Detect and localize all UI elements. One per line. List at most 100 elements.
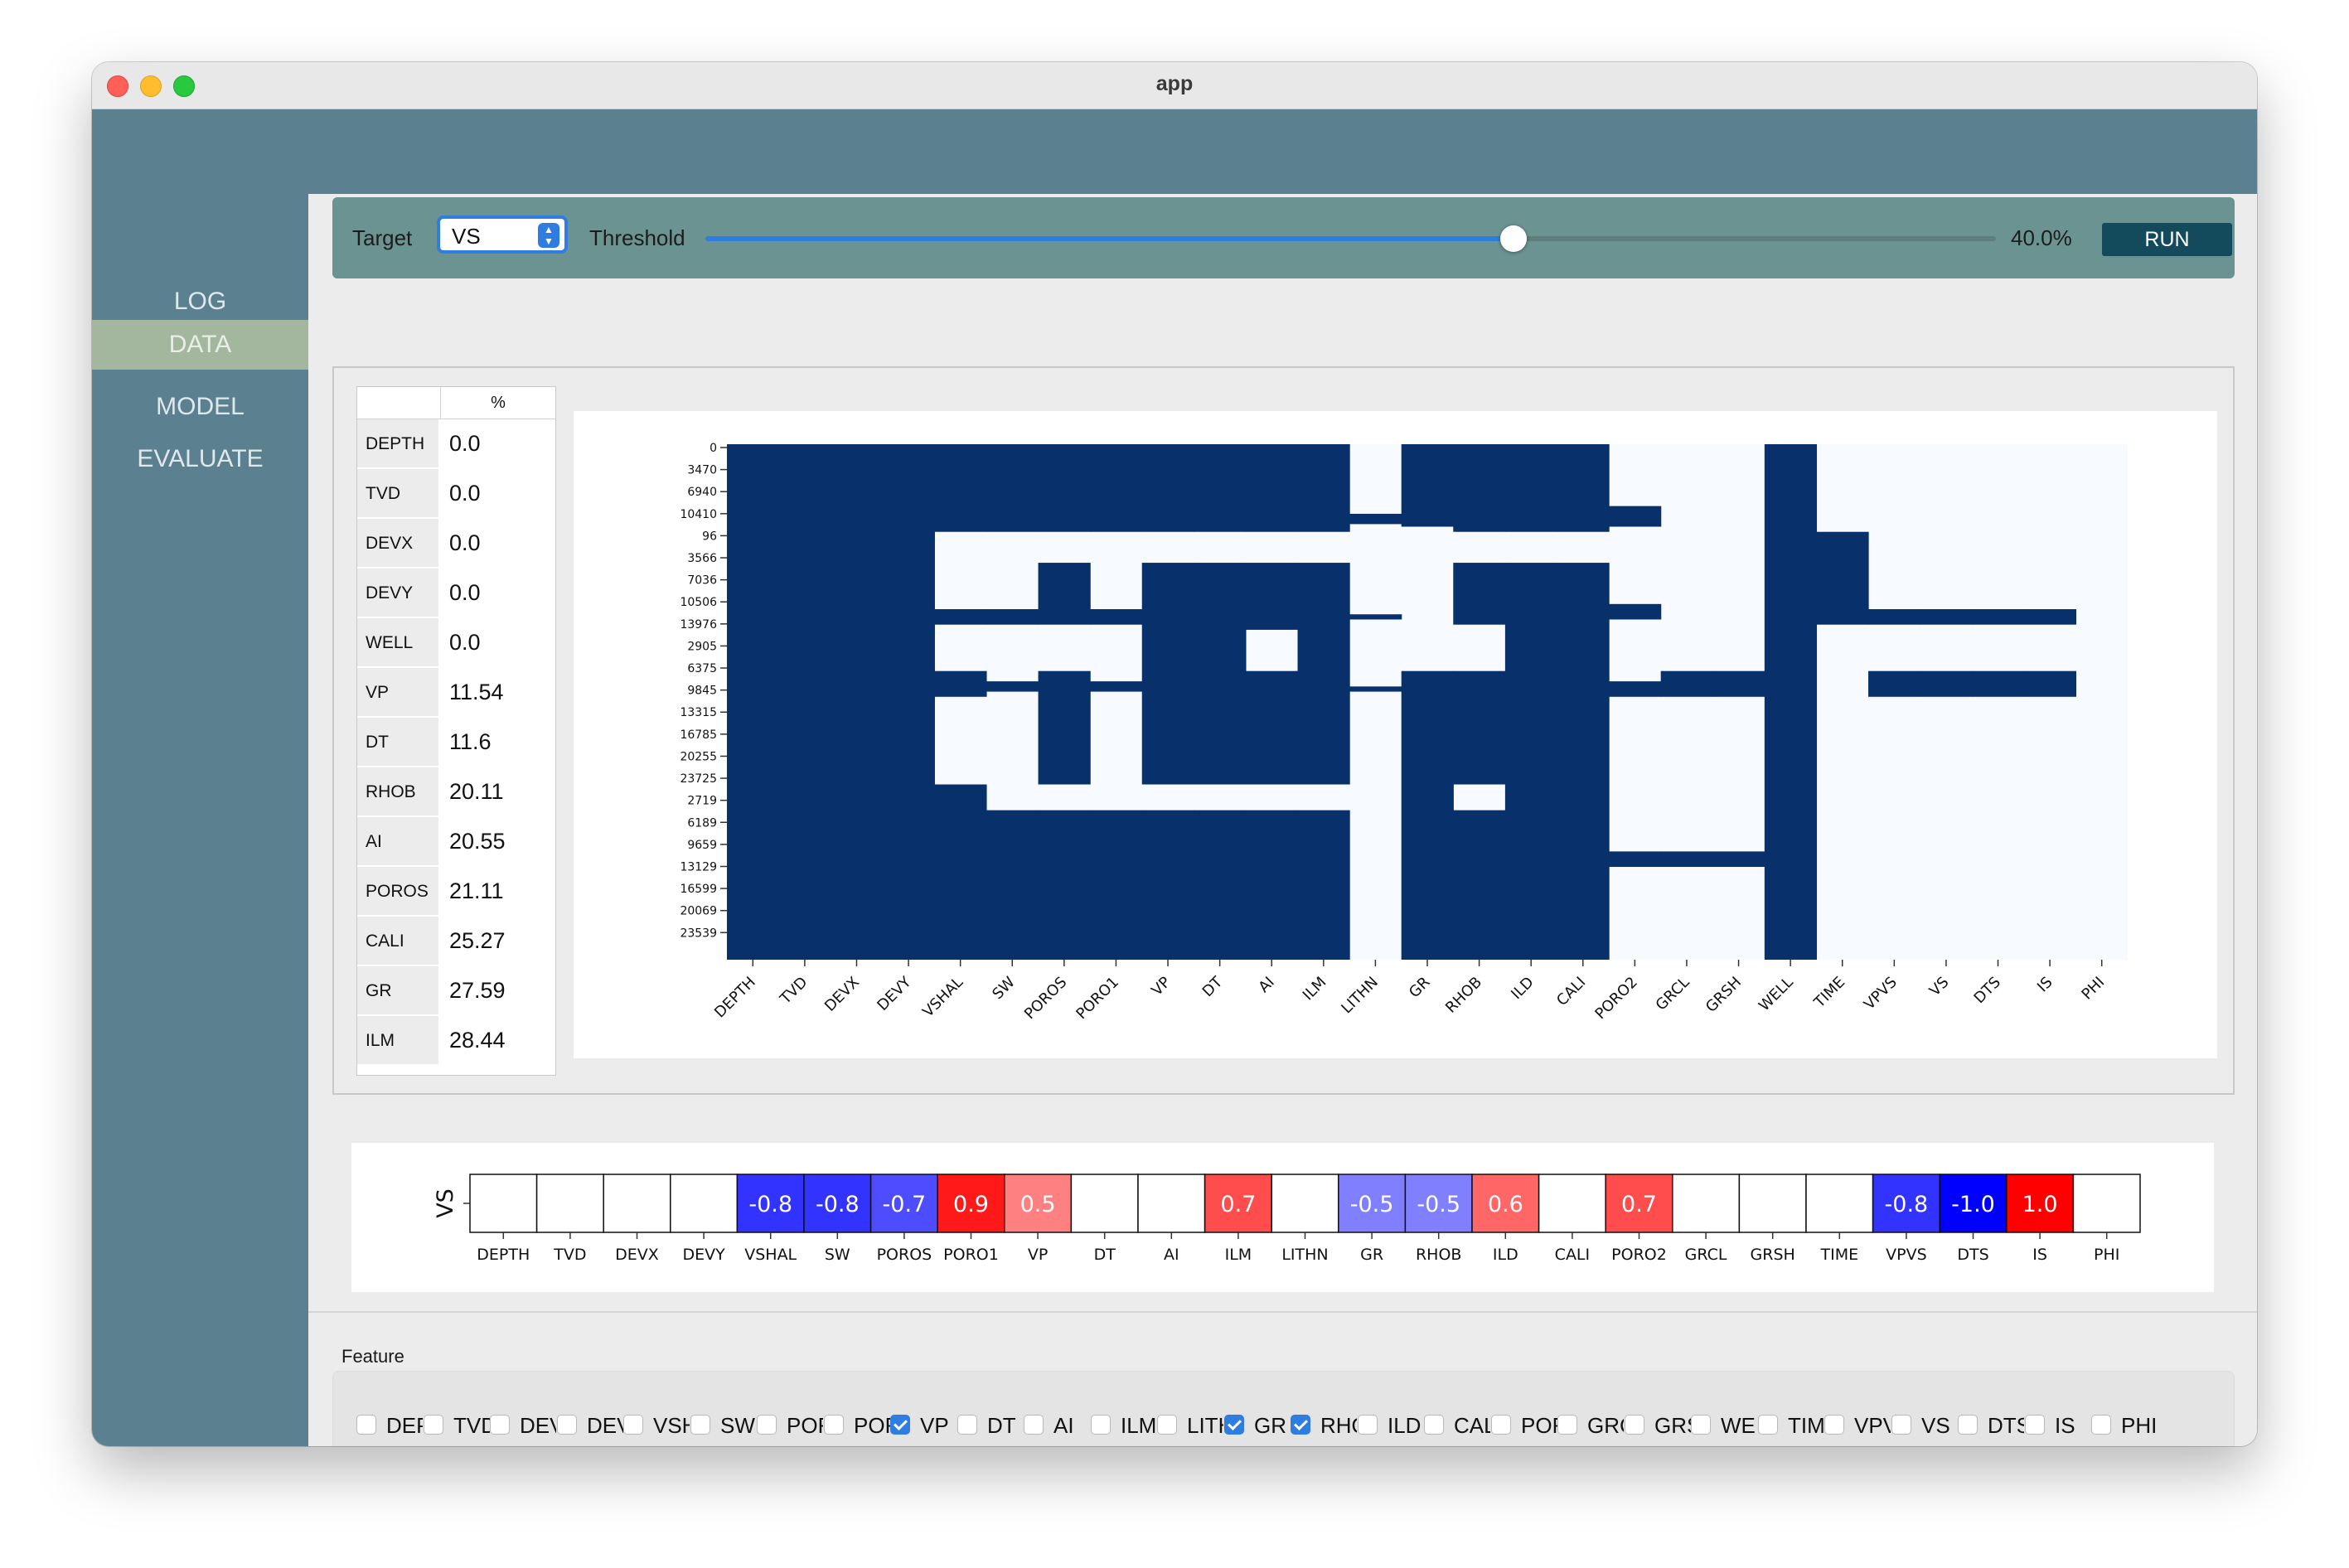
checkbox-icon[interactable] (1625, 1415, 1644, 1435)
correlation-cell (1538, 1174, 1606, 1233)
feature-checkbox-devx[interactable]: DEVX (490, 1413, 556, 1440)
correlation-cell (1805, 1174, 1874, 1233)
threshold-slider-handle[interactable] (1499, 225, 1527, 252)
checkbox-icon[interactable] (1157, 1415, 1177, 1435)
table-row[interactable]: CALI 25.27 (357, 917, 555, 966)
table-row[interactable]: DT 11.6 (357, 718, 555, 767)
correlation-cell (603, 1174, 671, 1233)
threshold-slider[interactable] (705, 225, 1996, 252)
feature-checkbox-cali[interactable]: CALI (1424, 1413, 1490, 1440)
checkbox-icon[interactable] (957, 1415, 977, 1435)
feature-checkbox-well[interactable]: WELL (1691, 1413, 1757, 1440)
x-tick-label: PORO2 (1591, 974, 1641, 1024)
checkbox-checked-icon[interactable] (890, 1415, 910, 1435)
row-value: 27.59 (449, 978, 506, 1003)
correlation-cell (1070, 1174, 1139, 1233)
feature-checkbox-vp[interactable]: VP (890, 1413, 952, 1440)
checkbox-icon[interactable] (1024, 1415, 1044, 1435)
feature-checkbox-depth[interactable]: DEPTH (356, 1413, 423, 1440)
checkbox-icon[interactable] (1091, 1415, 1111, 1435)
sidebar-item-model[interactable]: MODEL (92, 382, 308, 432)
feature-checkbox-label: RHOB (1320, 1413, 1357, 1438)
feature-checkbox-vshal[interactable]: VSHAL (623, 1413, 690, 1440)
x-tick-label: IS (2034, 974, 2056, 996)
feature-checkbox-grsh[interactable]: GRSH (1625, 1413, 1691, 1440)
feature-checkbox-ild[interactable]: ILD (1358, 1413, 1421, 1440)
feature-checkbox-gr[interactable]: GR (1224, 1413, 1286, 1440)
feature-checkbox-label: PHI (2121, 1413, 2158, 1438)
checkbox-icon[interactable] (490, 1415, 510, 1435)
checkbox-icon[interactable] (1557, 1415, 1577, 1435)
table-row[interactable]: DEVY 0.0 (357, 569, 555, 618)
table-row[interactable]: VP 11.54 (357, 668, 555, 718)
feature-checkbox-label: DEVX (520, 1413, 556, 1438)
table-row[interactable]: DEVX 0.0 (357, 519, 555, 569)
feature-checkbox-label: WELL (1721, 1413, 1757, 1438)
checkbox-icon[interactable] (1824, 1415, 1844, 1435)
feature-checkbox-rhob[interactable]: RHOB (1291, 1413, 1357, 1440)
feature-checkbox-is[interactable]: IS (2025, 1413, 2086, 1440)
threshold-slider-fill (705, 236, 1514, 241)
checkbox-icon[interactable] (424, 1415, 443, 1435)
sidebar-item-log[interactable]: LOG (92, 277, 308, 327)
heatmap-cell (1504, 563, 1558, 960)
table-row[interactable]: AI 20.55 (357, 817, 555, 867)
feature-checkbox-poros[interactable]: POROS (757, 1413, 823, 1440)
feature-checkbox-sw[interactable]: SW (690, 1413, 755, 1440)
correlation-cell (1271, 1174, 1339, 1233)
correlation-value-label: -0.8 (748, 1192, 792, 1217)
correlation-value-label: -0.8 (816, 1192, 860, 1217)
table-row[interactable]: POROS 21.11 (357, 867, 555, 917)
checkbox-checked-icon[interactable] (1224, 1415, 1244, 1435)
checkbox-icon[interactable] (557, 1415, 577, 1435)
feature-checkbox-poro2[interactable]: PORO2 (1491, 1413, 1557, 1440)
feature-checkbox-vs[interactable]: VS (1891, 1413, 1953, 1440)
feature-checkbox-tvd[interactable]: TVD (424, 1413, 490, 1440)
heatmap-cell (1038, 563, 1091, 625)
checkbox-icon[interactable] (2091, 1415, 2111, 1435)
missing-percent-table[interactable]: % DEPTH 0.0 TVD 0.0 DEVX 0.0 DEVY 0.0 WELL 0.0 VP 1… (356, 386, 556, 1076)
feature-checkbox-label: VP (920, 1413, 949, 1438)
table-row[interactable]: ILM 28.44 (357, 1016, 555, 1066)
feature-checkbox-lithn[interactable]: LITHN (1157, 1413, 1223, 1440)
checkbox-icon[interactable] (1424, 1415, 1444, 1435)
checkbox-icon[interactable] (757, 1415, 777, 1435)
target-label: Target (352, 225, 413, 250)
checkbox-checked-icon[interactable] (1291, 1415, 1310, 1435)
feature-checkbox-devy[interactable]: DEVY (557, 1413, 623, 1440)
feature-checkbox-label: POROS (787, 1413, 823, 1438)
checkbox-icon[interactable] (1691, 1415, 1711, 1435)
target-select[interactable]: VS ▲ ▼ (437, 215, 568, 254)
feature-checkbox-phi[interactable]: PHI (2091, 1413, 2157, 1440)
checkbox-icon[interactable] (824, 1415, 844, 1435)
feature-checkbox-poro1[interactable]: PORO1 (824, 1413, 890, 1440)
feature-checkbox-dts[interactable]: DTS (1958, 1413, 2024, 1440)
feature-checkbox-grcl[interactable]: GRCL (1557, 1413, 1624, 1440)
checkbox-icon[interactable] (356, 1415, 376, 1435)
checkbox-icon[interactable] (1958, 1415, 1978, 1435)
table-row[interactable]: GR 27.59 (357, 966, 555, 1016)
sidebar-item-evaluate[interactable]: EVALUATE (92, 434, 308, 484)
feature-checkbox-vpvs[interactable]: VPVS (1824, 1413, 1891, 1440)
checkbox-icon[interactable] (623, 1415, 643, 1435)
correlation-value-label: 0.5 (1020, 1192, 1056, 1217)
checkbox-icon[interactable] (1491, 1415, 1511, 1435)
checkbox-icon[interactable] (1758, 1415, 1778, 1435)
table-row[interactable]: DEPTH 0.0 (357, 419, 555, 469)
feature-checkbox-time[interactable]: TIME (1758, 1413, 1824, 1440)
checkbox-icon[interactable] (1891, 1415, 1911, 1435)
sidebar-item-data[interactable]: DATA (92, 320, 308, 370)
feature-checkbox-ai[interactable]: AI (1024, 1413, 1085, 1440)
feature-checkbox-ilm[interactable]: ILM (1091, 1413, 1156, 1440)
x-tick-label: RHOB (1442, 974, 1485, 1017)
checkbox-icon[interactable] (1358, 1415, 1378, 1435)
run-button[interactable]: RUN (2102, 223, 2232, 256)
correlation-cell (670, 1174, 739, 1233)
checkbox-icon[interactable] (690, 1415, 710, 1435)
table-row[interactable]: RHOB 20.11 (357, 767, 555, 817)
table-row[interactable]: TVD 0.0 (357, 469, 555, 519)
data-panel: % DEPTH 0.0 TVD 0.0 DEVX 0.0 DEVY 0.0 WELL 0.0 VP 1… (332, 366, 2235, 1095)
checkbox-icon[interactable] (2025, 1415, 2045, 1435)
feature-checkbox-dt[interactable]: DT (957, 1413, 1019, 1440)
table-row[interactable]: WELL 0.0 (357, 618, 555, 668)
